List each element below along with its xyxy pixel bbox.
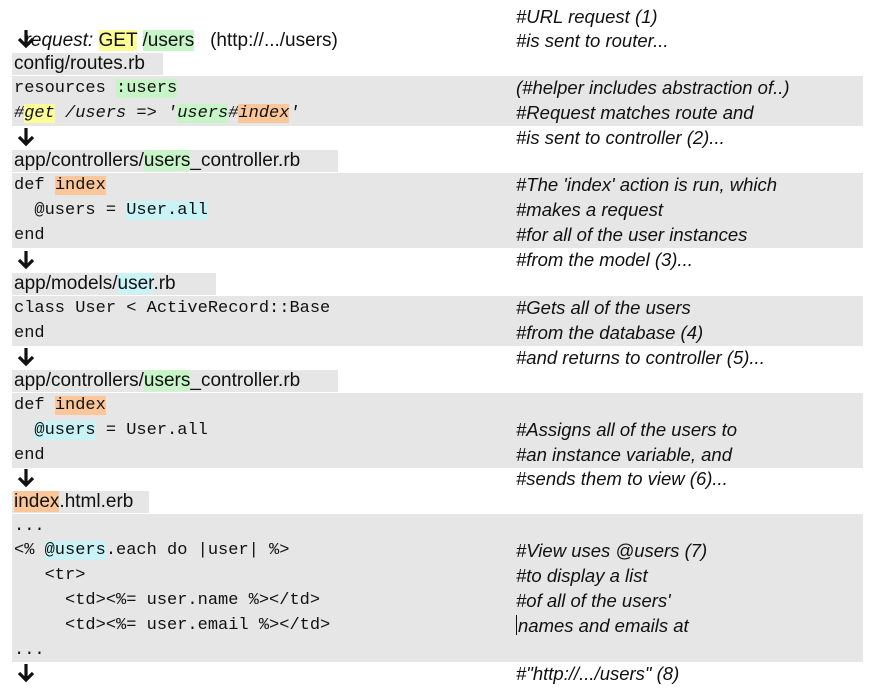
down-arrow-icon <box>17 469 35 488</box>
comment-11: #from the database (4) <box>516 322 704 343</box>
view-dots-bottom: ... <box>14 641 45 660</box>
view-td-name-line: <td><%= user.name %></td> <box>14 591 321 610</box>
model-end-line: end <box>14 324 45 343</box>
comment-12: #and returns to controller (5)... <box>516 347 765 368</box>
comment-19: names and emails at <box>518 615 689 636</box>
controller-end-line: end <box>14 226 45 245</box>
view-td-email-line: <td><%= user.email %></td> <box>14 616 331 635</box>
view-code-block <box>12 514 863 662</box>
routes-resources-line: resources :users <box>14 79 178 98</box>
controller-assign-line: @users = User.all <box>14 201 208 220</box>
comment-14: #an instance variable, and <box>516 444 732 465</box>
down-arrow-icon <box>17 30 35 49</box>
comment-9: #from the model (3)... <box>516 249 693 270</box>
view-tr-line: <tr> <box>14 566 86 585</box>
view-file-name: index.html.erb <box>14 491 134 512</box>
comment-13: #Assigns all of the users to <box>516 419 738 440</box>
comment-19-line: names and emails at <box>516 614 689 638</box>
routes-get-line: #get /users => 'users#index' <box>14 104 300 123</box>
request-path: /users <box>142 30 195 51</box>
down-arrow-icon <box>17 348 35 367</box>
text-cursor <box>516 615 517 635</box>
comment-3: (#helper includes abstraction of..) <box>516 77 790 98</box>
down-arrow-icon <box>17 128 35 147</box>
controller2-def-line: def index <box>14 396 106 415</box>
comment-10: #Gets all of the users <box>516 297 691 318</box>
controller-file-name: app/controllers/users_controller.rb <box>14 150 301 171</box>
down-arrow-icon <box>17 251 35 270</box>
comment-6: #The 'index' action is run, which <box>516 174 778 195</box>
comment-15: #sends them to view (6)... <box>516 468 728 489</box>
controller2-assign-line: @users = User.all <box>34 421 208 440</box>
request-line: request: GET /users (http://.../users) <box>14 5 338 51</box>
comment-8: #for all of the user instances <box>516 224 748 245</box>
comment-4: #Request matches route and <box>516 102 754 123</box>
model-file-name: app/models/user.rb <box>14 273 176 294</box>
comment-18: #of all of the users' <box>516 590 671 611</box>
routes-file-name: config/routes.rb <box>14 53 145 74</box>
comment-16: #View uses @users (7) <box>516 540 708 561</box>
down-arrow-icon <box>17 664 35 683</box>
comment-7: #makes a request <box>516 199 664 220</box>
controller-def-line: def index <box>14 176 106 195</box>
comment-5: #is sent to controller (2)... <box>516 127 725 148</box>
view-dots-top: ... <box>14 517 45 536</box>
comment-20: #"http://.../users" (8) <box>516 663 680 684</box>
controller2-file-name: app/controllers/users_controller.rb <box>14 370 301 391</box>
comment-1: #URL request (1) <box>516 6 658 27</box>
request-method: GET <box>98 30 138 51</box>
comment-17: #to display a list <box>516 565 648 586</box>
view-each-line: <% @users.each do |user| %> <box>14 541 290 560</box>
controller2-end-line: end <box>14 446 45 465</box>
request-url: (http://.../users) <box>194 30 338 51</box>
comment-2: #is sent to router... <box>516 30 669 51</box>
model-class-line: class User < ActiveRecord::Base <box>14 299 331 318</box>
